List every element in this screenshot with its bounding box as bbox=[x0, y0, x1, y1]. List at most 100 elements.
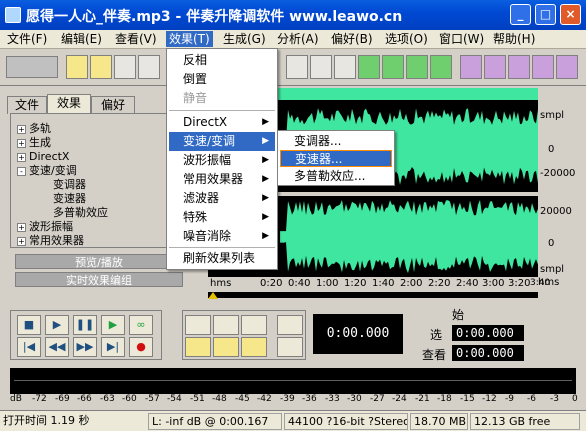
menu-item-special[interactable]: 特殊 ▶ bbox=[169, 208, 275, 227]
tree-item[interactable]: 变调器 bbox=[53, 178, 86, 192]
tile-view-icon[interactable] bbox=[508, 55, 530, 79]
collapse-icon[interactable]: - bbox=[17, 166, 26, 176]
cut-icon[interactable] bbox=[310, 55, 332, 79]
status-free-space: 12.13 GB free bbox=[470, 413, 580, 430]
selection-start-field[interactable]: 0:00.000 bbox=[452, 325, 524, 341]
preview-play-button[interactable]: 预览/播放 bbox=[15, 254, 183, 269]
window-title: 愿得一人心_伴奏.mp3 - 伴奏升降调软件 www.leawo.cn bbox=[26, 9, 403, 25]
scale-label: smpl bbox=[540, 264, 565, 275]
tree-item[interactable]: 多普勒效应 bbox=[53, 206, 108, 220]
ruler-tick-label: 0:20 bbox=[260, 278, 283, 289]
minimize-button[interactable]: _ bbox=[510, 4, 531, 25]
record-button[interactable]: ● bbox=[129, 337, 153, 357]
tree-item[interactable]: + 生成 bbox=[17, 136, 51, 150]
expand-icon[interactable]: + bbox=[17, 222, 26, 232]
expand-icon[interactable]: + bbox=[17, 124, 26, 134]
go-to-start-button[interactable]: |◀ bbox=[17, 337, 41, 357]
open-folder-icon[interactable] bbox=[90, 55, 112, 79]
zoom-out-icon[interactable] bbox=[213, 315, 239, 335]
save-icon[interactable] bbox=[114, 55, 136, 79]
effects-menu: 反相 倒置 静音 DirectX ▶ 变速/变调 ▶ 波形振幅 ▶ 常用效果器 ▶ 滤波… bbox=[166, 48, 278, 270]
submenu-arrow-icon: ▶ bbox=[262, 174, 269, 184]
playhead-marker-icon[interactable] bbox=[208, 292, 218, 299]
status-open-time: 打开时间 1.19 秒 bbox=[3, 414, 90, 427]
repeat-icon[interactable] bbox=[430, 55, 452, 79]
paste-icon[interactable] bbox=[286, 55, 308, 79]
menu-help[interactable]: 帮助(H) bbox=[490, 31, 538, 47]
spectral-view-icon[interactable] bbox=[460, 55, 482, 79]
ruler-tick-label: 2:00 bbox=[400, 278, 423, 289]
menu-item-invert[interactable]: 反相 bbox=[169, 51, 275, 70]
silence-icon[interactable] bbox=[382, 55, 404, 79]
submenu-item-pitch-changer[interactable]: 变调器... bbox=[280, 133, 392, 150]
menu-window[interactable]: 窗口(W) bbox=[436, 31, 487, 47]
effects-tree: + 多轨 + 生成 + DirectX - 变速/变调 变调器 变速器 多普勒效应 + 波… bbox=[10, 113, 190, 248]
view-start-field[interactable]: 0:00.000 bbox=[452, 345, 524, 361]
trim-icon[interactable] bbox=[334, 55, 356, 79]
menu-analyze[interactable]: 分析(A) bbox=[274, 31, 322, 47]
layout-view-icon[interactable] bbox=[532, 55, 554, 79]
zoom-in-vertical-icon[interactable] bbox=[277, 315, 303, 335]
zoom-out-vertical-icon[interactable] bbox=[277, 337, 303, 357]
loop-button[interactable]: ∞ bbox=[129, 315, 153, 335]
tree-item[interactable]: + 多轨 bbox=[17, 122, 51, 136]
waveform-channel-right[interactable] bbox=[280, 196, 538, 278]
expand-icon[interactable]: + bbox=[17, 236, 26, 246]
tab-effects[interactable]: 效果 bbox=[47, 94, 91, 114]
fast-forward-button[interactable]: ▶▶ bbox=[73, 337, 97, 357]
split-view-icon[interactable] bbox=[556, 55, 578, 79]
maximize-button[interactable]: □ bbox=[535, 4, 556, 25]
menu-item-noise-reduction[interactable]: 噪音消除 ▶ bbox=[169, 227, 275, 246]
meter-scale-label: -48 bbox=[212, 394, 227, 404]
tree-item[interactable]: 变速器 bbox=[53, 192, 86, 206]
expand-icon[interactable]: + bbox=[17, 138, 26, 148]
scale-label: smpl bbox=[540, 110, 565, 121]
go-to-end-button[interactable]: ▶| bbox=[101, 337, 125, 357]
meter-scale-label: -24 bbox=[392, 394, 407, 404]
submenu-item-speed-changer[interactable]: 变速器... bbox=[280, 150, 392, 167]
menu-item-reverse[interactable]: 倒置 bbox=[169, 70, 275, 89]
menu-item-directx[interactable]: DirectX ▶ bbox=[169, 113, 275, 132]
grid-view-icon[interactable] bbox=[484, 55, 506, 79]
tree-item[interactable]: - 变速/变调 bbox=[17, 164, 77, 178]
tree-item[interactable]: + DirectX bbox=[17, 150, 69, 164]
menu-item-common-effects[interactable]: 常用效果器 ▶ bbox=[169, 170, 275, 189]
time-ruler[interactable]: hms 0:20 0:40 1:00 1:20 1:40 2:00 2:20 2… bbox=[208, 277, 550, 292]
close-button[interactable]: × bbox=[560, 4, 581, 25]
tab-favorites[interactable]: 偏好 bbox=[91, 96, 135, 114]
menu-edit[interactable]: 编辑(E) bbox=[58, 31, 105, 47]
play-to-end-button[interactable]: ▶ bbox=[101, 315, 125, 335]
zoom-in-icon[interactable] bbox=[185, 315, 211, 335]
zoom-right-icon[interactable] bbox=[213, 337, 239, 357]
save-as-icon[interactable] bbox=[138, 55, 160, 79]
menu-item-amplitude[interactable]: 波形振幅 ▶ bbox=[169, 151, 275, 170]
tree-item[interactable]: + 波形振幅 bbox=[17, 220, 73, 234]
menu-options[interactable]: 选项(O) bbox=[382, 31, 431, 47]
tab-files[interactable]: 文件 bbox=[7, 96, 47, 114]
mix-paste-icon[interactable] bbox=[358, 55, 380, 79]
new-file-icon[interactable] bbox=[66, 55, 88, 79]
expand-icon[interactable]: + bbox=[17, 152, 26, 162]
menu-favorites[interactable]: 偏好(B) bbox=[328, 31, 376, 47]
waveform-view-toggle[interactable] bbox=[6, 56, 58, 78]
play-button[interactable]: ▶ bbox=[45, 315, 69, 335]
rewind-button[interactable]: ◀◀ bbox=[45, 337, 69, 357]
insert-icon[interactable] bbox=[406, 55, 428, 79]
zoom-selection-icon[interactable] bbox=[241, 337, 267, 357]
menu-item-filters[interactable]: 滤波器 ▶ bbox=[169, 189, 275, 208]
realtime-effects-button[interactable]: 实时效果编组 bbox=[15, 272, 183, 287]
menu-generate[interactable]: 生成(G) bbox=[220, 31, 269, 47]
zoom-left-icon[interactable] bbox=[185, 337, 211, 357]
pause-button[interactable]: ❚❚ bbox=[73, 315, 97, 335]
zoom-full-icon[interactable] bbox=[241, 315, 267, 335]
menu-item-refresh-effects[interactable]: 刷新效果列表 bbox=[169, 249, 275, 268]
menu-item-speed-pitch[interactable]: 变速/变调 ▶ bbox=[169, 132, 275, 151]
stop-button[interactable]: ■ bbox=[17, 315, 41, 335]
menu-view[interactable]: 查看(V) bbox=[112, 31, 160, 47]
meter-scale-label: -6 bbox=[527, 394, 536, 404]
submenu-item-doppler[interactable]: 多普勒效应... bbox=[280, 168, 392, 185]
menu-file[interactable]: 文件(F) bbox=[4, 31, 50, 47]
menu-effects[interactable]: 效果(T) bbox=[166, 31, 213, 47]
tree-item[interactable]: + 常用效果器 bbox=[17, 234, 84, 248]
ruler-tick-label: 1:40 bbox=[372, 278, 395, 289]
